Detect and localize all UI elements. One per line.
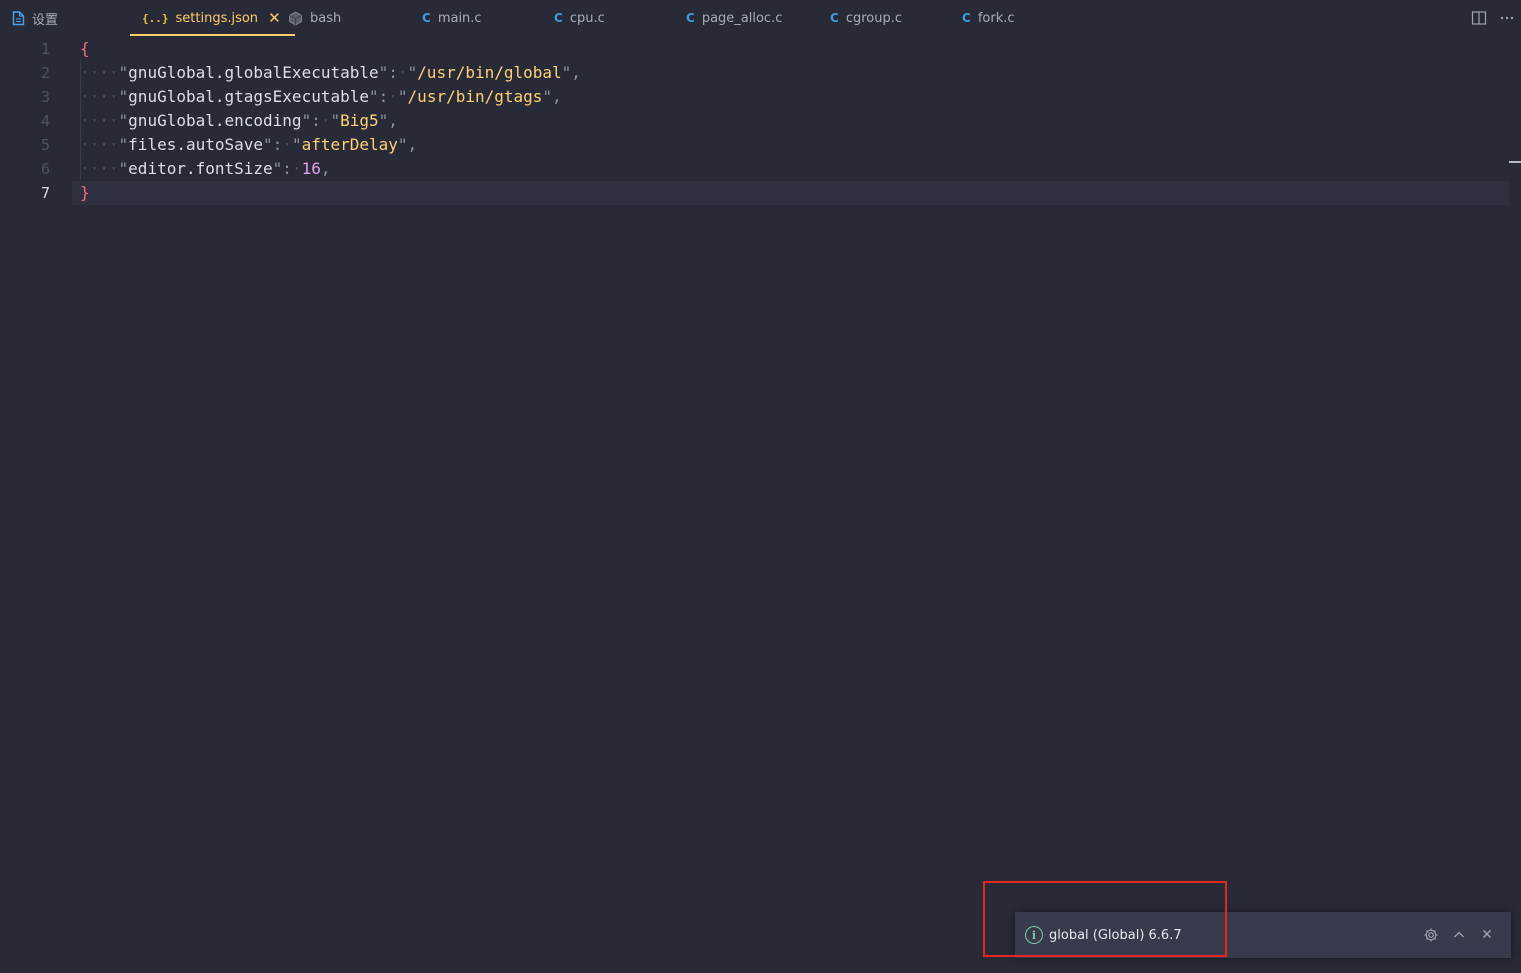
code-line-5: ····"files.autoSave":·"afterDelay",: [80, 135, 418, 154]
tab-bash[interactable]: bash: [288, 0, 341, 36]
c-file-icon: C: [962, 11, 971, 25]
indent-whitespace: ····: [80, 111, 119, 130]
line-number: 4: [40, 112, 50, 130]
json-string-value: afterDelay: [301, 135, 398, 154]
json-string-value: /usr/bin/gtags: [407, 87, 543, 106]
close-brace: }: [80, 183, 90, 202]
json-string-value: /usr/bin/global: [417, 63, 562, 82]
indent-whitespace: ····: [80, 63, 119, 82]
tab-label: 设置: [32, 12, 59, 28]
code-line-2: ····"gnuGlobal.globalExecutable":·"/usr/…: [80, 63, 581, 82]
notification-actions: ✕: [1417, 912, 1501, 958]
indent-whitespace: ····: [80, 135, 119, 154]
whitespace-dot: ·: [291, 159, 302, 178]
close-icon[interactable]: ✕: [268, 9, 281, 27]
line-number: 2: [40, 64, 50, 82]
c-file-icon: C: [830, 11, 839, 25]
tab-label: cpu.c: [569, 10, 605, 26]
code-line-1: {: [80, 37, 1509, 61]
tab-cpu-c[interactable]: C cpu.c: [554, 0, 605, 36]
json-key: gnuGlobal.globalExecutable: [128, 63, 379, 82]
line-number: 3: [40, 88, 50, 106]
split-editor-icon[interactable]: [1465, 4, 1493, 32]
tab-label: settings.json: [175, 10, 259, 26]
json-icon: {..}: [142, 11, 169, 25]
code-editor[interactable]: 1 2 3 4 5 6 7 { ····"gnuGlobal.globalExe…: [0, 36, 1521, 973]
code-line-4: ····"gnuGlobal.encoding":·"Big5",: [80, 111, 398, 130]
line-number: 5: [40, 136, 50, 154]
bash-icon: [288, 11, 303, 26]
tab-label: cgroup.c: [845, 10, 902, 26]
json-key: editor.fontSize: [128, 159, 273, 178]
indent-whitespace: ····: [80, 87, 119, 106]
close-icon[interactable]: ✕: [1473, 921, 1501, 949]
editor-tab-bar: 设置 {..} settings.json ✕ bash C main.c C …: [0, 0, 1521, 36]
line-number: 6: [40, 160, 50, 178]
c-file-icon: C: [422, 11, 431, 25]
whitespace-dot: ·: [388, 87, 398, 106]
whitespace-dot: ·: [397, 63, 408, 82]
c-file-icon: C: [686, 11, 695, 25]
line-number-current: 7: [40, 184, 50, 202]
code-line-3: ····"gnuGlobal.gtagsExecutable":·"/usr/b…: [80, 87, 562, 106]
c-file-icon: C: [554, 11, 563, 25]
json-key: files.autoSave: [128, 135, 264, 154]
whitespace-dot: ·: [282, 135, 292, 154]
code-line-6: ····"editor.fontSize":·16,: [80, 159, 331, 178]
tab-settings-json[interactable]: {..} settings.json ✕: [130, 0, 295, 36]
tab-page-alloc-c[interactable]: C page_alloc.c: [686, 0, 782, 36]
open-brace: {: [80, 39, 90, 58]
settings-file-icon: [12, 10, 25, 26]
info-icon: i: [1025, 926, 1043, 944]
json-key: gnuGlobal.gtagsExecutable: [128, 87, 369, 106]
editor-actions: [1465, 0, 1521, 36]
indent-whitespace: ····: [80, 159, 119, 178]
json-string-value: Big5: [340, 111, 379, 130]
notification-message: global (Global) 6.6.7: [1049, 927, 1182, 943]
json-number-value: 16: [301, 159, 321, 178]
tab-label: fork.c: [977, 10, 1015, 26]
json-key: gnuGlobal.encoding: [128, 111, 302, 130]
overview-ruler-marker: [1509, 161, 1521, 163]
tab-fork-c[interactable]: C fork.c: [962, 0, 1015, 36]
tab-label: main.c: [437, 10, 482, 26]
tab-label: page_alloc.c: [701, 10, 783, 26]
tab-cgroup-c[interactable]: C cgroup.c: [830, 0, 902, 36]
more-actions-icon[interactable]: [1493, 4, 1521, 32]
line-number: 1: [40, 40, 50, 58]
tab-main-c[interactable]: C main.c: [422, 0, 482, 36]
gear-icon[interactable]: [1417, 921, 1445, 949]
notification-toast: i global (Global) 6.6.7 ✕: [1015, 912, 1511, 958]
tab-label: bash: [310, 10, 342, 26]
code-line-7: }: [80, 181, 1509, 205]
tab-settings-ui[interactable]: 设置: [12, 0, 58, 36]
chevron-up-icon[interactable]: [1445, 921, 1473, 949]
